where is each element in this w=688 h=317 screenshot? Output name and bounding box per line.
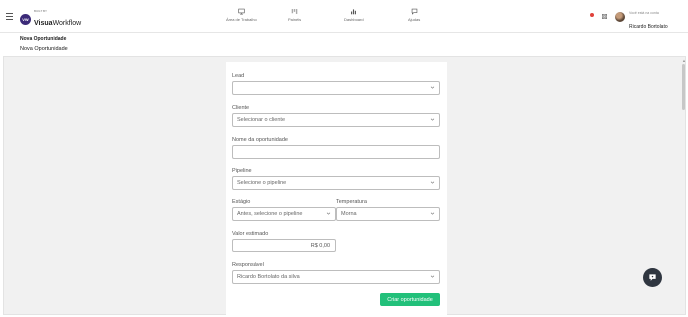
cliente-select[interactable]: Selecionar o cliente (232, 113, 440, 127)
temperatura-value: Morna (341, 211, 357, 217)
chevron-down-icon (326, 212, 331, 215)
temperatura-label: Temperatura (336, 199, 367, 205)
user-account[interactable]: Você está na conta Ricardo Bortolato (629, 11, 668, 32)
top-navbar: VW BUILT BY VisuaWorkflow Área de Trabal… (0, 0, 688, 33)
nav-paineis[interactable]: Painéis (288, 8, 301, 22)
pipeline-value: Selecione o pipeline (237, 180, 287, 186)
estagio-label: Estágio (232, 199, 251, 205)
lead-select[interactable] (232, 81, 440, 95)
nome-label: Nome da oportunidade (232, 137, 288, 143)
page-title: Nova Oportunidade (20, 46, 68, 52)
pipeline-label: Pipeline (232, 168, 252, 174)
bar-chart-icon (351, 9, 357, 15)
avatar[interactable] (615, 12, 625, 22)
scrollbar-thumb[interactable] (682, 64, 685, 110)
monitor-icon (238, 8, 245, 15)
criar-oportunidade-button[interactable]: Criar oportunidade (380, 293, 440, 306)
lead-label: Lead (232, 73, 245, 79)
app-logo[interactable]: VW BUILT BY VisuaWorkflow (20, 10, 81, 29)
nav-label: Área de Trabalho (226, 17, 257, 22)
responsavel-select[interactable]: Ricardo Bortolato da silva (232, 270, 440, 284)
nav-label: Dashboard (344, 17, 364, 22)
chevron-down-icon (430, 118, 435, 121)
menu-icon[interactable] (6, 13, 13, 20)
estagio-select[interactable]: Antes, selecione o pipeline (232, 207, 336, 221)
estagio-value: Antes, selecione o pipeline (237, 211, 303, 217)
account-subtitle: Você está na conta (629, 11, 659, 15)
breadcrumb: Nova Oportunidade (20, 36, 67, 42)
valor-value: R$ 0,00 (310, 243, 330, 249)
logo-badge: VW (20, 14, 31, 25)
cliente-value: Selecionar o cliente (237, 117, 286, 123)
chat-icon (411, 8, 417, 15)
nav-label: Ajudas (408, 17, 421, 22)
nav-label: Painéis (288, 17, 302, 22)
logo-tagline: BUILT BY (34, 9, 48, 13)
nav-area-de-trabalho[interactable]: Área de Trabalho (226, 8, 257, 22)
pipeline-select[interactable]: Selecione o pipeline (232, 176, 440, 190)
responsavel-value: Ricardo Bortolato da silva (237, 274, 300, 280)
nav-ajudas[interactable]: Ajudas (408, 8, 420, 22)
kanban-icon (291, 9, 298, 14)
chevron-down-icon (430, 181, 435, 184)
temperatura-select[interactable]: Morna (336, 207, 440, 221)
nav-dashboard[interactable]: Dashboard (344, 8, 364, 22)
valor-label: Valor estimado (232, 231, 269, 237)
notification-icon[interactable] (590, 13, 594, 17)
scroll-up-icon[interactable]: ▲ (682, 58, 686, 63)
logo-name-bold: Visua (34, 20, 53, 27)
chevron-down-icon (430, 86, 435, 89)
valor-estimado-input[interactable]: R$ 0,00 (232, 239, 336, 252)
responsavel-label: Responsável (232, 262, 264, 268)
logo-name-light: Workflow (52, 20, 82, 27)
nome-oportunidade-input[interactable] (232, 145, 440, 159)
chat-bubble-icon (649, 274, 656, 281)
cliente-label: Cliente (232, 105, 250, 111)
chevron-down-icon (430, 212, 435, 215)
chevron-down-icon (430, 275, 435, 278)
apps-grid-icon[interactable] (602, 14, 607, 19)
chat-fab-button[interactable] (643, 268, 662, 287)
user-name: Ricardo Bortolato (629, 23, 668, 30)
